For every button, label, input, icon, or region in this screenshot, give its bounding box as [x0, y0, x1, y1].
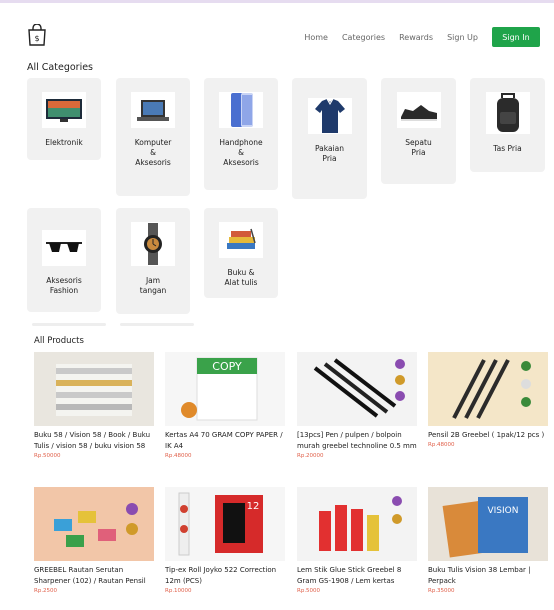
sharpener-icon [34, 487, 154, 561]
category-label: Jam tangan [139, 276, 167, 295]
product-price: Rp.48000 [428, 442, 455, 448]
product-price: Rp.10000 [165, 588, 192, 594]
product-price: Rp.5000 [297, 588, 321, 594]
category-sepatu-pria[interactable]: Sepatu Pria [381, 78, 456, 184]
top-nav: Home Categories Rewards Sign Up Sign In [304, 27, 540, 47]
notebook-stack-icon [34, 352, 154, 426]
watch-icon [131, 222, 175, 266]
product-name: Buku Tulis Vision 38 Lembar | Perpack [428, 566, 531, 585]
product-card[interactable]: Lem Stik Glue Stick Greebel 8 Gram GS-19… [297, 487, 417, 594]
nav-home[interactable]: Home [304, 33, 328, 42]
product-name: [13pcs] Pen / pulpen / bolpoin murah gre… [297, 431, 417, 450]
shopping-bag-icon[interactable]: $ [27, 24, 47, 46]
category-elektronik[interactable]: Elektronik [27, 78, 101, 160]
categories-title: All Categories [27, 62, 94, 73]
nav-categories[interactable]: Categories [342, 33, 385, 42]
category-label: Tas Pria [493, 144, 522, 153]
product-name: Pensil 2B Greebel ( 1pak/12 pcs ) [428, 431, 545, 439]
correction-tape-icon: 12 [165, 487, 285, 561]
product-name: Buku 58 / Vision 58 / Book / Buku Tulis … [34, 431, 151, 450]
tv-icon [42, 92, 86, 128]
svg-text:$: $ [34, 34, 39, 43]
product-card[interactable]: Buku 58 / Vision 58 / Book / Buku Tulis … [34, 352, 154, 459]
nav-rewards[interactable]: Rewards [399, 33, 433, 42]
category-label: Sepatu Pria [405, 138, 432, 157]
category-label: Handphone & Aksesoris [219, 138, 263, 167]
product-price: Rp.20000 [297, 453, 324, 459]
top-border [0, 0, 554, 3]
category-label: Elektronik [45, 138, 83, 147]
product-card[interactable]: 12 Tip-ex Roll Joyko 522 Correction 12m … [165, 487, 285, 594]
svg-text:VISION: VISION [488, 506, 519, 516]
category-aksesoris-fashion[interactable]: Aksesoris Fashion [27, 208, 101, 312]
shirt-icon [307, 98, 352, 134]
product-price: Rp.35000 [428, 588, 455, 594]
product-card[interactable]: [13pcs] Pen / pulpen / bolpoin murah gre… [297, 352, 417, 459]
phone-icon [219, 92, 263, 128]
category-card-stub [120, 323, 194, 326]
notebook-pack-icon: VISION [428, 487, 548, 561]
shoe-icon [396, 92, 441, 128]
category-jam-tangan[interactable]: Jam tangan [116, 208, 190, 314]
product-name: GREEBEL Rautan Serutan Sharpener (102) /… [34, 566, 146, 585]
category-pakaian-pria[interactable]: Pakaian Pria [292, 78, 367, 199]
product-card[interactable]: GREEBEL Rautan Serutan Sharpener (102) /… [34, 487, 154, 594]
category-handphone[interactable]: Handphone & Aksesoris [204, 78, 278, 190]
product-card[interactable]: COPY Kertas A4 70 GRAM COPY PAPER / IK A… [165, 352, 285, 459]
product-price: Rp.2500 [34, 588, 58, 594]
svg-text:12: 12 [247, 501, 260, 512]
pens-icon [297, 352, 417, 426]
pencils-icon [428, 352, 548, 426]
product-price: Rp.48000 [165, 453, 192, 459]
category-buku-alat-tulis[interactable]: Buku & Alat tulis [204, 208, 278, 298]
backpack-icon [485, 92, 530, 134]
product-card[interactable]: VISION Buku Tulis Vision 38 Lembar | Per… [428, 487, 548, 594]
sunglasses-icon [42, 230, 86, 266]
nav-sign-up[interactable]: Sign Up [447, 33, 478, 42]
category-label: Aksesoris Fashion [46, 276, 82, 295]
products-title: All Products [34, 336, 84, 346]
product-name: Tip-ex Roll Joyko 522 Correction 12m (PC… [165, 566, 277, 585]
sign-in-button[interactable]: Sign In [492, 27, 540, 47]
product-price: Rp.50000 [34, 453, 61, 459]
glue-stick-icon [297, 487, 417, 561]
category-komputer[interactable]: Komputer & Aksesoris [116, 78, 190, 196]
category-label: Buku & Alat tulis [224, 268, 258, 287]
laptop-icon [131, 92, 175, 128]
category-tas-pria[interactable]: Tas Pria [470, 78, 545, 172]
category-label: Komputer & Aksesoris [134, 138, 172, 167]
svg-text:COPY: COPY [212, 360, 242, 373]
product-card[interactable]: Pensil 2B Greebel ( 1pak/12 pcs ) Rp.480… [428, 352, 548, 448]
product-name: Lem Stik Glue Stick Greebel 8 Gram GS-19… [297, 566, 402, 585]
category-card-stub [32, 323, 106, 326]
books-icon [219, 222, 263, 258]
category-label: Pakaian Pria [314, 144, 345, 163]
product-name: Kertas A4 70 GRAM COPY PAPER / IK A4 [165, 431, 283, 450]
paper-ream-icon: COPY [165, 352, 285, 426]
